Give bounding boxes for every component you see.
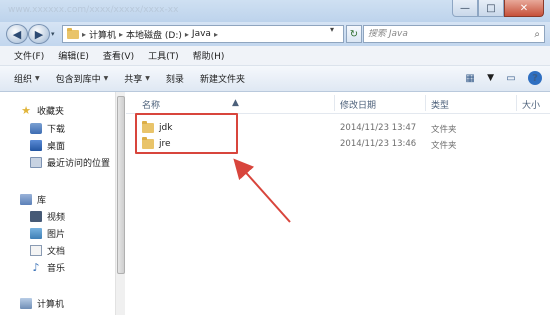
nav-item-label: 最近访问的位置 <box>47 159 111 169</box>
refresh-button[interactable]: ↻ <box>346 25 362 43</box>
breadcrumb-local-disk[interactable]: 本地磁盘 (D:) <box>126 28 182 41</box>
nav-item-recent-places[interactable]: 最近访问的位置 <box>30 156 110 169</box>
menu-tools[interactable]: 工具(T) <box>148 49 179 62</box>
burn-label: 刻录 <box>165 75 184 85</box>
column-header-type[interactable]: 类型 <box>431 98 449 111</box>
dropdown-arrow-icon: ▼ <box>103 75 109 82</box>
breadcrumb-separator-icon[interactable]: ▸ <box>82 30 86 39</box>
preview-pane-icon[interactable]: ▭ <box>504 71 518 85</box>
file-modified-date: 2014/11/23 13:47 <box>340 123 417 133</box>
column-header-modified[interactable]: 修改日期 <box>340 98 376 111</box>
column-divider[interactable] <box>516 95 517 111</box>
computer-icon <box>20 298 32 309</box>
menu-edit[interactable]: 编辑(E) <box>58 49 89 62</box>
column-divider[interactable] <box>425 95 426 111</box>
forward-button[interactable]: ▶ <box>28 24 50 44</box>
address-history-dropdown-icon[interactable]: ▾ <box>330 25 334 34</box>
video-library-icon <box>30 211 42 222</box>
star-icon: ★ <box>21 104 31 117</box>
nav-item-label: 视频 <box>47 213 66 223</box>
music-library-icon: ♪ <box>32 261 40 274</box>
document-library-icon <box>30 245 42 256</box>
breadcrumb-java[interactable]: Java <box>192 29 211 39</box>
nav-item-music[interactable]: ♪ 音乐 <box>30 261 65 274</box>
nav-item-libraries[interactable]: 库 <box>20 193 46 206</box>
navigation-pane: ★ 收藏夹 下载 桌面 最近访问的位置 库 视频 图片 文档 ♪ 音乐 计算机 <box>0 92 126 315</box>
nav-item-label: 计算机 <box>37 300 65 310</box>
nav-item-downloads[interactable]: 下载 <box>30 122 65 135</box>
breadcrumb-separator-icon[interactable]: ▸ <box>214 30 218 39</box>
nav-item-label: 图片 <box>47 230 66 240</box>
nav-item-favorites[interactable]: ★ 收藏夹 <box>20 104 64 117</box>
share-label: 共享 <box>124 75 143 85</box>
new-folder-label: 新建文件夹 <box>199 75 245 85</box>
column-header-size[interactable]: 大小 <box>522 98 540 111</box>
recent-places-icon <box>30 157 42 168</box>
nav-item-pictures[interactable]: 图片 <box>30 227 65 240</box>
nav-item-documents[interactable]: 文档 <box>30 244 65 257</box>
nav-item-label: 下载 <box>47 125 66 135</box>
window-controls: — □ ✕ <box>452 0 544 17</box>
search-box[interactable]: ⌕ <box>363 25 545 43</box>
nav-item-label: 文档 <box>47 247 66 257</box>
search-icon[interactable]: ⌕ <box>534 29 540 40</box>
nav-scrollbar[interactable] <box>115 92 125 315</box>
address-bar[interactable]: ▸ 计算机 ▸ 本地磁盘 (D:) ▸ Java ▸ <box>62 25 344 43</box>
title-bar: www.xxxxxx.com/xxxx/xxxxx/xxxx-xx — □ ✕ <box>0 0 550 22</box>
new-folder-button[interactable]: 新建文件夹 <box>200 72 245 85</box>
nav-item-computer[interactable]: 计算机 <box>20 297 64 310</box>
minimize-button[interactable]: — <box>452 0 478 17</box>
library-icon <box>20 194 32 205</box>
picture-library-icon <box>30 228 42 239</box>
change-view-icon[interactable]: ▦ <box>463 71 477 85</box>
nav-item-label: 收藏夹 <box>37 107 65 117</box>
menu-view[interactable]: 查看(V) <box>103 49 134 62</box>
recent-pages-dropdown-icon[interactable]: ▾ <box>51 30 55 38</box>
include-library-label: 包含到库中 <box>55 75 101 85</box>
menu-bar: 文件(F) 编辑(E) 查看(V) 工具(T) 帮助(H) <box>0 46 550 66</box>
breadcrumb-computer[interactable]: 计算机 <box>89 28 116 41</box>
dropdown-arrow-icon: ▼ <box>35 75 40 82</box>
close-button[interactable]: ✕ <box>504 0 544 17</box>
highlight-box <box>135 113 238 154</box>
sort-ascending-icon: ▲ <box>232 98 239 108</box>
column-header-name[interactable]: 名称 <box>142 98 160 111</box>
help-icon[interactable]: ? <box>528 71 542 85</box>
view-controls: ▦ ▼ ▭ ? <box>463 71 542 85</box>
file-type: 文件夹 <box>431 125 457 135</box>
command-bar: 组织 ▼ 包含到库中 ▼ 共享 ▼ 刻录 新建文件夹 ▦ ▼ ▭ ? <box>0 66 550 92</box>
nav-scrollbar-thumb[interactable] <box>117 96 125 274</box>
organize-label: 组织 <box>14 75 33 85</box>
nav-item-videos[interactable]: 视频 <box>30 210 65 223</box>
dropdown-arrow-icon: ▼ <box>145 75 150 82</box>
maximize-button[interactable]: □ <box>478 0 504 17</box>
search-input[interactable] <box>368 29 518 39</box>
organize-button[interactable]: 组织 ▼ <box>14 72 40 85</box>
title-text: www.xxxxxx.com/xxxx/xxxxx/xxxx-xx <box>8 5 179 15</box>
menu-help[interactable]: 帮助(H) <box>193 49 225 62</box>
breadcrumb-separator-icon[interactable]: ▸ <box>185 30 189 39</box>
file-type: 文件夹 <box>431 141 457 151</box>
address-row: ◀ ▶ ▾ ▸ 计算机 ▸ 本地磁盘 (D:) ▸ Java ▸ ▾ ↻ ⌕ <box>0 22 550 46</box>
desktop-icon <box>30 140 42 151</box>
back-button[interactable]: ◀ <box>6 24 28 44</box>
share-button[interactable]: 共享 ▼ <box>124 72 150 85</box>
download-folder-icon <box>30 123 42 134</box>
view-dropdown-arrow-icon[interactable]: ▼ <box>487 73 494 83</box>
column-header-row: ▲ 名称 修改日期 类型 大小 <box>126 92 550 114</box>
nav-item-desktop[interactable]: 桌面 <box>30 139 65 152</box>
folder-icon <box>67 27 79 39</box>
nav-item-label: 桌面 <box>47 142 66 152</box>
nav-item-label: 库 <box>37 196 47 206</box>
menu-file[interactable]: 文件(F) <box>14 49 44 62</box>
include-in-library-button[interactable]: 包含到库中 ▼ <box>56 72 109 85</box>
burn-button[interactable]: 刻录 <box>166 72 184 85</box>
file-modified-date: 2014/11/23 13:46 <box>340 139 417 149</box>
nav-item-label: 音乐 <box>47 264 66 274</box>
breadcrumb-separator-icon[interactable]: ▸ <box>119 30 123 39</box>
column-divider[interactable] <box>334 95 335 111</box>
